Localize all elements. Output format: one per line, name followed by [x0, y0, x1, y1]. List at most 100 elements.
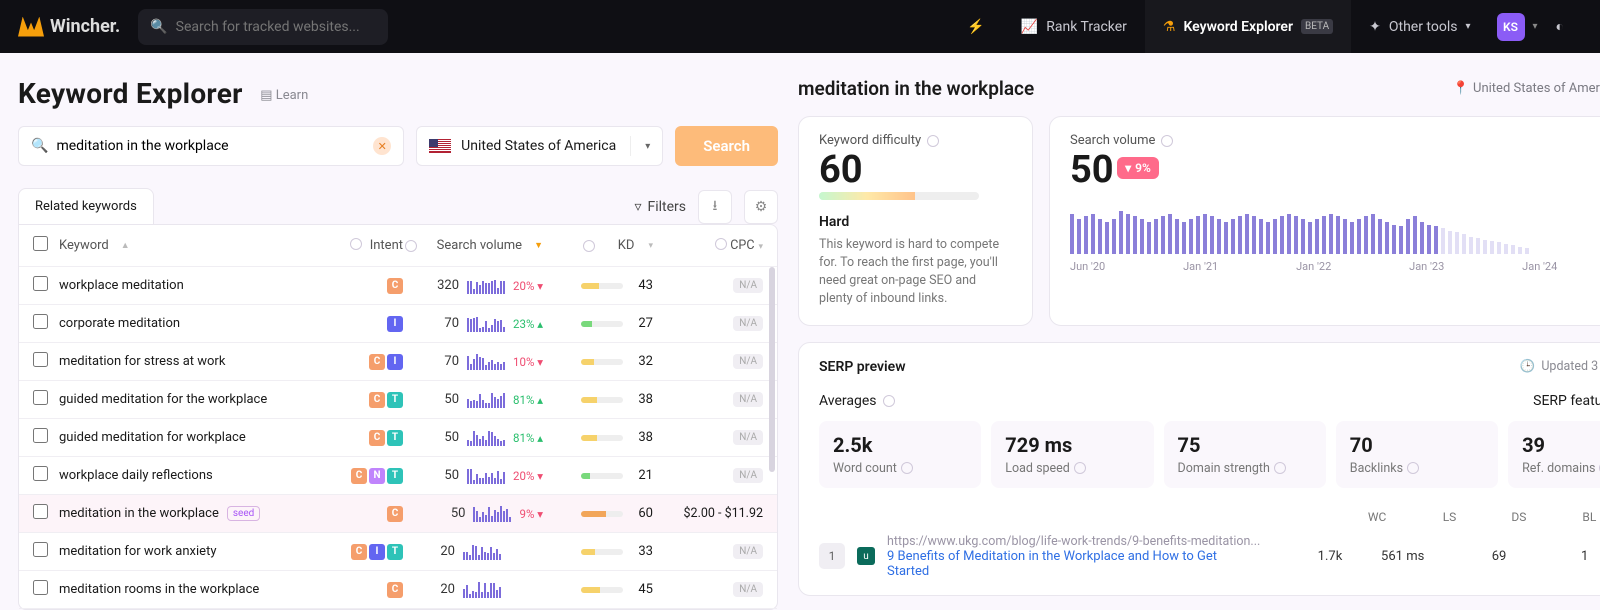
row-checkbox[interactable]	[33, 466, 48, 481]
hdr-intent[interactable]: Intent	[370, 238, 403, 253]
hdr-kd[interactable]: KD	[618, 238, 635, 253]
sort-icon[interactable]: ▾	[758, 242, 763, 252]
info-icon[interactable]	[1407, 462, 1419, 474]
intent-chip: I	[387, 354, 403, 370]
kd-value: 45	[633, 582, 653, 597]
vol-chart	[1070, 202, 1600, 254]
keyword-search[interactable]: 🔍 ✕	[18, 126, 404, 166]
table-row[interactable]: meditation for work anxietyCIT2033N/A	[19, 533, 777, 571]
table-row[interactable]: corporate meditationI7023% ▴27N/A	[19, 305, 777, 343]
sparkline	[467, 430, 505, 446]
vol-value: 70	[429, 316, 459, 331]
gear-icon: ⚙	[755, 199, 768, 215]
table-row[interactable]: guided meditation for the workplaceCT508…	[19, 381, 777, 419]
select-all-checkbox[interactable]	[33, 236, 48, 251]
intent-chip: C	[351, 544, 367, 560]
settings-button[interactable]: ⚙	[744, 190, 778, 224]
moon-icon: ◐	[1556, 18, 1564, 35]
clock-icon: 🕒	[1520, 359, 1536, 374]
top-nav: Wincher. 🔍 ⚡ 📈 Rank Tracker ⚗ Keyword Ex…	[0, 0, 1600, 53]
country-select[interactable]: United States of America ▾	[416, 126, 663, 166]
avatar[interactable]: KS	[1497, 13, 1525, 41]
table-row[interactable]: workplace meditationC32020% ▾43N/A	[19, 267, 777, 305]
kd-value: 21	[633, 468, 653, 483]
kd-value: 60	[633, 506, 653, 521]
row-checkbox[interactable]	[33, 504, 48, 519]
kd-value: 27	[633, 316, 653, 331]
row-checkbox[interactable]	[33, 542, 48, 557]
sort-asc-icon[interactable]: ▲	[121, 240, 130, 251]
search-button[interactable]: Search	[675, 126, 778, 166]
row-checkbox[interactable]	[33, 352, 48, 367]
intent-chip: C	[369, 392, 385, 408]
global-search[interactable]: 🔍	[138, 9, 388, 45]
avg-value: 70	[1350, 433, 1484, 457]
info-icon[interactable]	[405, 240, 417, 252]
keyword-search-row: 🔍 ✕ United States of America ▾ Search	[18, 126, 778, 166]
learn-link[interactable]: ▤ Learn	[260, 88, 308, 103]
cpc-na: N/A	[733, 582, 763, 597]
avg-label: Word count	[833, 461, 897, 476]
table-scrollbar[interactable]	[769, 267, 775, 609]
table-row[interactable]: meditation in the workplaceseedC509% ▾60…	[19, 495, 777, 533]
theme-toggle[interactable]: ◐	[1538, 0, 1582, 53]
sort-desc-icon[interactable]: ▼	[534, 240, 543, 251]
filters-button[interactable]: ▿ Filters	[634, 199, 686, 215]
clear-icon[interactable]: ✕	[373, 137, 391, 155]
table-row[interactable]: meditation rooms in the workplaceC2045N/…	[19, 571, 777, 609]
intent-chip: N	[369, 468, 385, 484]
hdr-keyword[interactable]: Keyword	[59, 238, 109, 253]
flask-icon: ⚗	[1163, 19, 1176, 35]
logo-icon	[18, 17, 44, 37]
table-row[interactable]: workplace daily reflectionsCNT5020% ▾21N…	[19, 457, 777, 495]
row-checkbox[interactable]	[33, 428, 48, 443]
sparkline	[463, 544, 501, 560]
info-icon[interactable]	[1274, 462, 1286, 474]
vol-value: 50	[429, 468, 459, 483]
info-icon[interactable]	[583, 240, 595, 252]
table-header: Keyword▲ Intent Search volume▼ KD▾ CPC▾	[19, 225, 777, 267]
nav-keyword-explorer[interactable]: ⚗ Keyword Explorer BETA	[1145, 0, 1351, 53]
cpc-na: N/A	[733, 354, 763, 369]
serp-wc: 1.7k	[1272, 549, 1342, 564]
info-icon[interactable]	[1074, 462, 1086, 474]
vol-value: 50	[429, 392, 459, 407]
info-icon[interactable]	[901, 462, 913, 474]
intent-chip: C	[369, 354, 385, 370]
info-icon[interactable]	[883, 395, 895, 407]
nav-rank-tracker[interactable]: 📈 Rank Tracker	[1003, 0, 1145, 53]
row-checkbox[interactable]	[33, 580, 48, 595]
serp-title[interactable]: 9 Benefits of Meditation in the Workplac…	[887, 549, 1260, 579]
intent-chip: C	[369, 430, 385, 446]
serp-row[interactable]: 1 u https://www.ukg.com/blog/life-work-t…	[819, 534, 1600, 579]
info-icon[interactable]	[715, 238, 727, 250]
cpc-na: N/A	[733, 316, 763, 331]
tab-related-keywords[interactable]: Related keywords	[18, 188, 154, 225]
row-checkbox[interactable]	[33, 390, 48, 405]
wand-icon: ✦	[1369, 19, 1381, 35]
kd-value: 43	[633, 278, 653, 293]
nav-other-tools[interactable]: ✦ Other tools ▾	[1351, 0, 1488, 53]
table-row[interactable]: meditation for stress at workCI7010% ▾32…	[19, 343, 777, 381]
hdr-volume[interactable]: Search volume	[437, 238, 522, 253]
info-icon[interactable]	[927, 135, 939, 147]
hdr-cpc[interactable]: CPC	[730, 238, 754, 253]
global-search-input[interactable]	[176, 19, 377, 35]
intent-chip: T	[387, 392, 403, 408]
chevron-down-icon: ▾	[1465, 21, 1470, 32]
avg-card: 70 Backlinks	[1336, 421, 1498, 488]
kw-text: meditation in the workplace	[59, 506, 219, 521]
keyword-input[interactable]	[56, 138, 365, 154]
brand[interactable]: Wincher.	[18, 16, 120, 37]
serp-url: https://www.ukg.com/blog/life-work-trend…	[887, 534, 1260, 549]
nav-bolt[interactable]: ⚡	[949, 0, 1002, 53]
info-icon[interactable]	[350, 238, 362, 250]
download-button[interactable]: ⭳	[698, 190, 732, 224]
table-row[interactable]: guided meditation for workplaceCT5081% ▴…	[19, 419, 777, 457]
cpc-na: N/A	[733, 392, 763, 407]
row-checkbox[interactable]	[33, 314, 48, 329]
kw-text: workplace meditation	[59, 278, 184, 293]
kd-value: 38	[633, 392, 653, 407]
info-icon[interactable]	[1161, 135, 1173, 147]
row-checkbox[interactable]	[33, 276, 48, 291]
